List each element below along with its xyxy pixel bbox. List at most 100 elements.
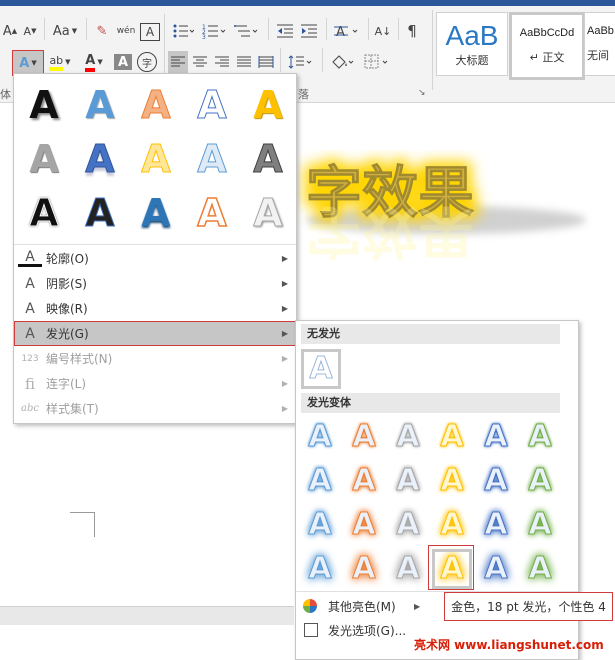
bullets-icon — [173, 24, 194, 38]
glow-variant-option[interactable]: A — [476, 461, 516, 501]
numbering-button[interactable]: 123 — [200, 20, 228, 42]
glow-variant-option[interactable]: A — [344, 461, 384, 501]
justify-button[interactable] — [234, 51, 254, 73]
font-group-label: 体 — [0, 88, 11, 101]
glow-variant-option[interactable]: A — [388, 549, 428, 589]
divider — [14, 244, 296, 245]
character-border-button[interactable]: A — [140, 23, 160, 41]
glow-variant-option[interactable]: A — [388, 417, 428, 457]
font-color-button[interactable]: A ▼ — [80, 51, 108, 73]
clear-format-button[interactable]: ✎ — [92, 20, 112, 42]
text-effect-option[interactable]: A — [136, 190, 176, 236]
text-effect-option[interactable]: A — [192, 190, 232, 236]
menu-item-outline[interactable]: A 轮廓(O) ▶ — [14, 246, 296, 271]
character-shading-button[interactable]: A — [114, 54, 132, 70]
color-palette-icon — [303, 599, 317, 613]
text-effect-option[interactable]: A — [136, 136, 176, 182]
outline-icon: A — [18, 250, 42, 267]
stylistic-set-icon: abc — [21, 403, 39, 414]
text-effect-option[interactable]: A — [192, 136, 232, 182]
glow-variant-option[interactable]: A — [520, 461, 560, 501]
glow-variant-option[interactable]: A — [520, 505, 560, 545]
decrease-indent-button[interactable] — [274, 20, 296, 42]
text-effect-option[interactable]: A — [80, 136, 120, 182]
selection-highlight — [428, 545, 474, 590]
align-left-button[interactable] — [168, 51, 188, 73]
document-gutter — [0, 606, 294, 625]
enclose-characters-button[interactable]: 字 — [137, 52, 157, 72]
divider — [322, 48, 323, 72]
asian-layout-button[interactable]: A — [332, 20, 362, 42]
text-effect-option[interactable]: A — [80, 190, 120, 236]
text-effect-option[interactable]: A — [24, 136, 64, 182]
submenu-arrow-icon: ▶ — [281, 304, 288, 313]
glow-variant-option[interactable]: A — [344, 505, 384, 545]
text-effect-option[interactable]: A — [24, 82, 64, 128]
style-heading-title[interactable]: AaB 大标题 — [436, 12, 508, 76]
glow-variant-option[interactable]: A — [476, 549, 516, 589]
glow-variant-option[interactable]: A — [520, 549, 560, 589]
line-spacing-button[interactable] — [286, 51, 314, 73]
change-case-button[interactable]: Aa ▼ — [50, 20, 80, 42]
glow-variant-option[interactable]: A — [300, 505, 340, 545]
paragraph-dialog-launcher-icon[interactable]: ↘ — [418, 88, 426, 98]
bullets-button[interactable] — [170, 20, 196, 42]
glow-variant-option[interactable]: A — [388, 505, 428, 545]
align-left-icon — [171, 56, 185, 67]
submenu-arrow-icon: ▶ — [281, 404, 288, 413]
grow-font-button[interactable]: A ▲ — [2, 20, 18, 42]
text-effect-option[interactable]: A — [24, 190, 64, 236]
glow-variant-option[interactable]: A — [432, 417, 472, 457]
text-effect-option[interactable]: A — [192, 82, 232, 128]
submenu-arrow-icon: ▶ — [414, 601, 421, 611]
menu-item-shadow[interactable]: A 阴影(S) ▶ — [14, 271, 296, 296]
style-no-spacing[interactable]: AaBb 无间 — [584, 12, 615, 76]
paragraph-group-label: 落 — [298, 88, 309, 101]
text-effect-option[interactable]: A — [248, 190, 288, 236]
glow-variant-option[interactable]: A — [300, 417, 340, 457]
align-center-button[interactable] — [190, 51, 210, 73]
no-glow-option[interactable]: A — [301, 349, 341, 389]
align-right-button[interactable] — [212, 51, 232, 73]
menu-item-number-styles[interactable]: 123 编号样式(N) ▶ — [14, 346, 296, 371]
borders-button[interactable] — [362, 51, 392, 73]
justify-icon — [237, 56, 251, 67]
text-effect-option[interactable]: A — [136, 82, 176, 128]
glow-variant-option[interactable]: A — [344, 549, 384, 589]
divider — [280, 48, 281, 72]
glow-variant-option[interactable]: A — [432, 505, 472, 545]
phonetic-guide-button[interactable]: wén — [116, 20, 136, 42]
shrink-font-button[interactable]: A ▼ — [22, 20, 38, 42]
glow-variant-option[interactable]: A — [300, 461, 340, 501]
show-marks-button[interactable]: ¶ — [402, 20, 422, 42]
glow-variant-option[interactable]: A — [432, 461, 472, 501]
style-normal[interactable]: AaBbCcDd ↵ 正文 — [509, 12, 585, 80]
glow-variant-option[interactable]: A — [300, 549, 340, 589]
text-effect-option[interactable]: A — [248, 136, 288, 182]
glow-variant-option[interactable]: A — [388, 461, 428, 501]
menu-item-stylistic-sets[interactable]: abc 样式集(T) ▶ — [14, 396, 296, 421]
line-spacing-icon — [288, 55, 312, 69]
glow-variant-option[interactable]: A — [344, 417, 384, 457]
increase-indent-button[interactable] — [298, 20, 320, 42]
glow-variant-option[interactable]: A — [476, 505, 516, 545]
distributed-button[interactable] — [256, 51, 276, 73]
decrease-indent-icon — [277, 24, 293, 38]
reflection-icon: A — [25, 300, 35, 317]
glow-variants-header: 发光变体 — [301, 393, 560, 413]
highlight-color-button[interactable]: ab ▼ — [46, 51, 74, 73]
asian-layout-icon: A — [334, 25, 358, 39]
shading-button[interactable] — [328, 51, 358, 73]
menu-item-ligatures[interactable]: fi 连字(L) ▶ — [14, 371, 296, 396]
glow-variant-option[interactable]: A — [476, 417, 516, 457]
menu-item-reflection[interactable]: A 映像(R) ▶ — [14, 296, 296, 321]
multilevel-list-button[interactable] — [232, 20, 260, 42]
borders-icon — [364, 54, 388, 69]
glow-variant-option[interactable]: A — [520, 417, 560, 457]
text-effect-option[interactable]: A — [248, 82, 288, 128]
align-right-icon — [215, 56, 229, 67]
sort-button[interactable]: A↓ — [372, 20, 394, 42]
shadow-icon: A — [25, 275, 35, 292]
text-effect-option[interactable]: A — [80, 82, 120, 128]
menu-item-glow[interactable]: A 发光(G) ▶ — [14, 321, 296, 346]
